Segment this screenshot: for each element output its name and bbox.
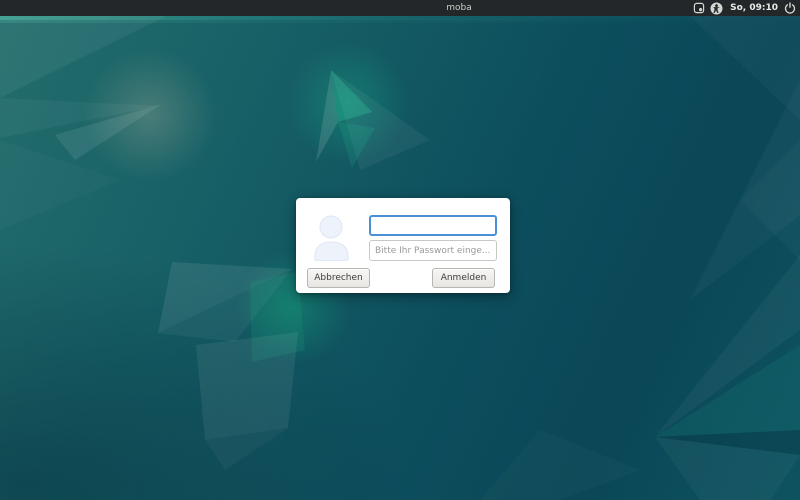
login-dialog: Abbrechen Anmelden <box>296 198 510 293</box>
login-button[interactable]: Anmelden <box>432 268 495 288</box>
accessibility-icon[interactable] <box>710 2 723 15</box>
password-input[interactable] <box>369 240 497 261</box>
clock-label: So, 09:10 <box>730 0 778 16</box>
panel-tray: So, 09:10 <box>692 0 800 16</box>
cancel-button[interactable]: Abbrechen <box>307 268 370 288</box>
username-input[interactable] <box>369 215 497 236</box>
hostname-label: moba <box>446 0 472 16</box>
top-panel: moba So, 09:10 <box>0 0 800 16</box>
session-badge-icon[interactable] <box>692 2 705 15</box>
user-avatar-icon <box>312 214 352 261</box>
power-icon[interactable] <box>783 2 796 15</box>
